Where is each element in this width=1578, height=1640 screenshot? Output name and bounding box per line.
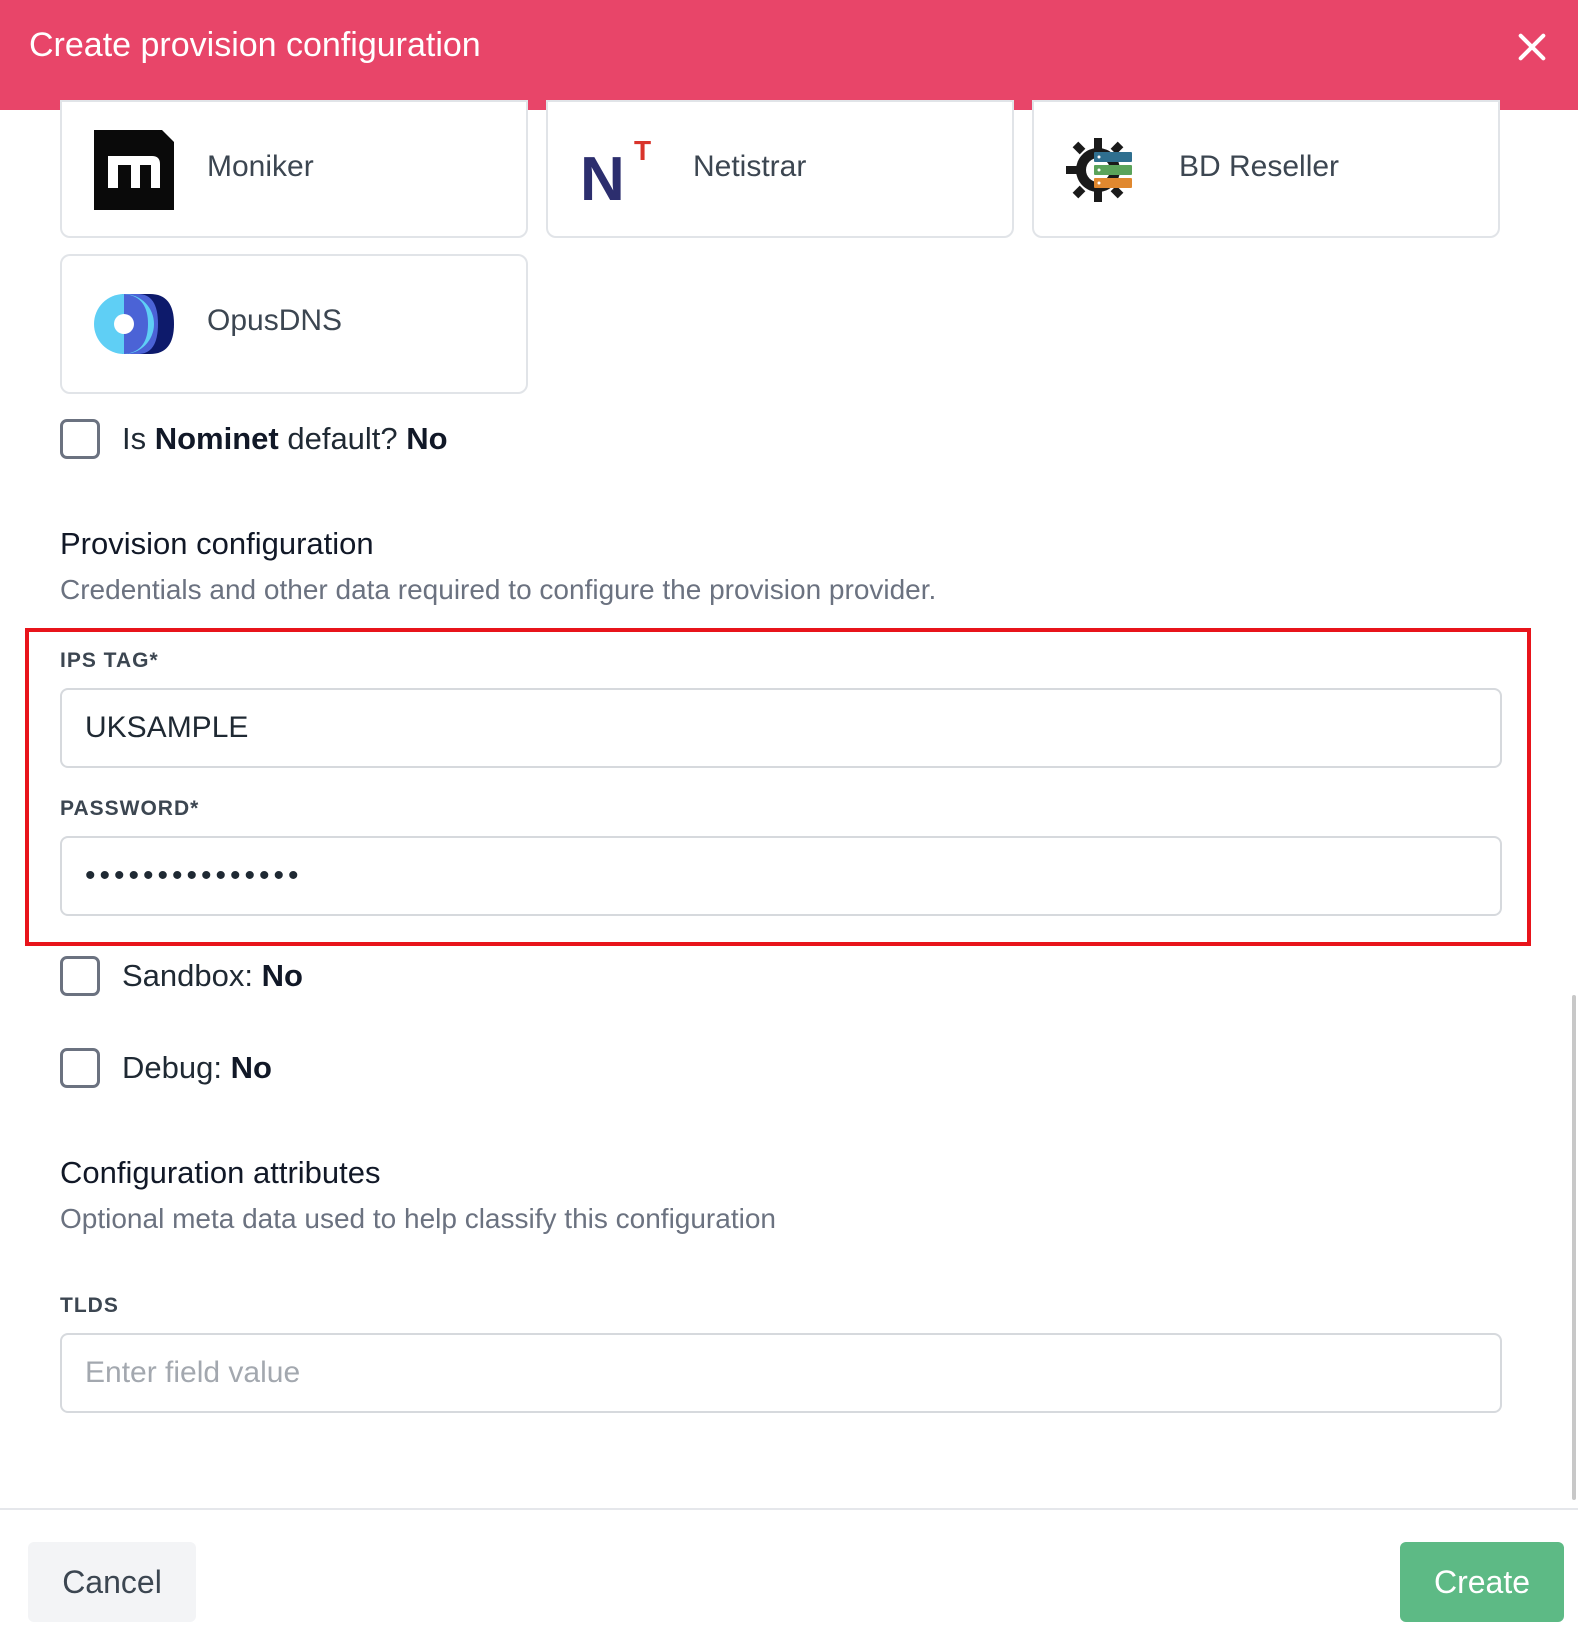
dialog-header: Create provision configuration: [0, 0, 1578, 110]
debug-checkbox[interactable]: [60, 1048, 100, 1088]
sandbox-checkbox[interactable]: [60, 956, 100, 996]
provider-card-netistrar[interactable]: N T Netistrar: [546, 100, 1014, 238]
password-input[interactable]: [60, 836, 1502, 916]
dialog-title: Create provision configuration: [29, 26, 481, 64]
provider-card-opusdns[interactable]: OpusDNS: [60, 254, 528, 394]
nominet-default-checkbox-row[interactable]: Is Nominet default? No: [60, 418, 448, 460]
moniker-logo-icon: [94, 130, 174, 210]
provider-label: OpusDNS: [207, 304, 343, 337]
provider-card-moniker[interactable]: Moniker: [60, 100, 528, 238]
provider-label: Netistrar: [693, 150, 807, 183]
nominet-default-label: Is Nominet default? No: [122, 421, 448, 456]
sandbox-checkbox-row[interactable]: Sandbox: No: [60, 955, 303, 997]
password-label: PASSWORD*: [60, 797, 200, 820]
nominet-default-checkbox[interactable]: [60, 419, 100, 459]
attributes-section-description: Optional meta data used to help classify…: [60, 1203, 776, 1234]
debug-label: Debug: No: [122, 1050, 272, 1085]
provider-label: BD Reseller: [1179, 150, 1340, 183]
close-icon[interactable]: [1512, 27, 1552, 67]
netistrar-logo-icon: N T: [580, 135, 651, 210]
ips-tag-label: IPS TAG*: [60, 649, 159, 672]
bd-reseller-logo-icon: [1066, 138, 1132, 202]
svg-text:N: N: [580, 145, 625, 210]
attributes-section-title: Configuration attributes: [60, 1155, 381, 1190]
ips-tag-input[interactable]: [60, 688, 1502, 768]
svg-text:T: T: [634, 135, 651, 166]
provision-section-description: Credentials and other data required to c…: [60, 574, 937, 605]
provider-label: Moniker: [207, 150, 314, 183]
sandbox-label: Sandbox: No: [122, 958, 303, 993]
footer-divider: [0, 1508, 1578, 1510]
opusdns-logo-icon: [94, 294, 174, 354]
tlds-label: TLDS: [60, 1294, 119, 1317]
tlds-input[interactable]: [60, 1333, 1502, 1413]
provider-card-bd-reseller[interactable]: BD Reseller: [1032, 100, 1500, 238]
debug-checkbox-row[interactable]: Debug: No: [60, 1047, 272, 1089]
scrollbar[interactable]: [1572, 995, 1576, 1500]
create-button[interactable]: Create: [1400, 1542, 1564, 1622]
provision-section-title: Provision configuration: [60, 526, 374, 561]
cancel-button[interactable]: Cancel: [28, 1542, 196, 1622]
